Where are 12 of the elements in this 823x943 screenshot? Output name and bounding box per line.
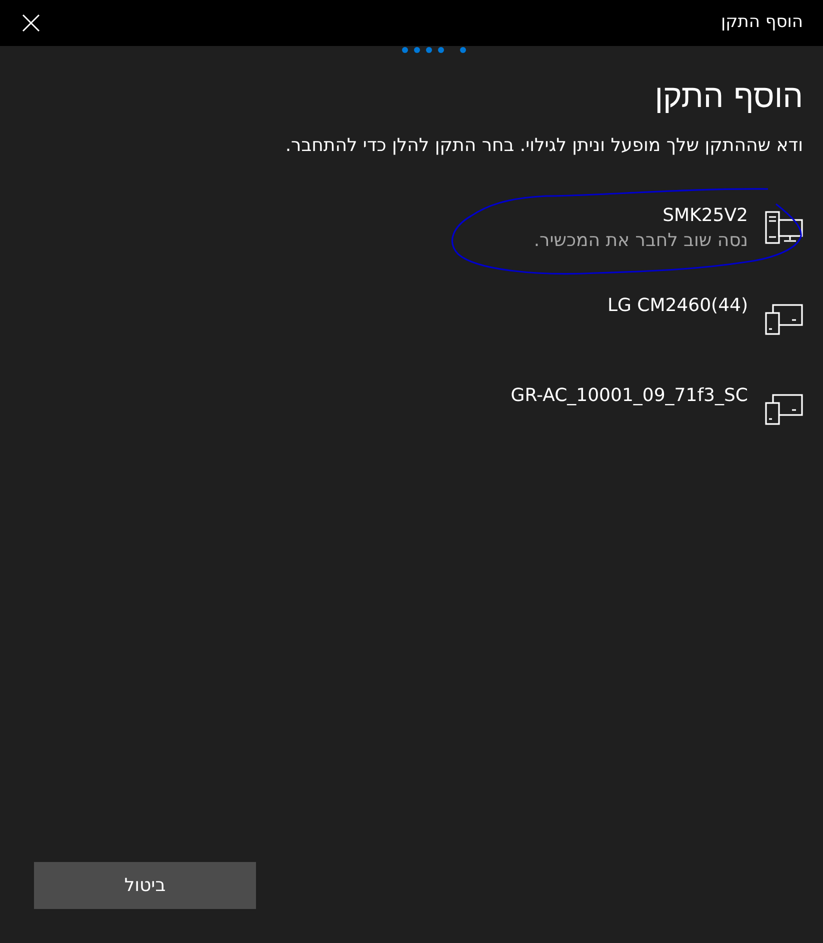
device-name[interactable]: GR-AC_10001_09_71f3_SC (510, 382, 748, 408)
page-heading: הוסף התקן (654, 76, 803, 117)
close-icon (22, 14, 40, 32)
device-name[interactable]: LG CM2460(44) (607, 292, 748, 318)
instructions-text: ודא שההתקן שלך מופעל וניתן לגילוי. בחר התקן להלן כדי להתחבר. (284, 134, 803, 158)
cancel-button[interactable]: ביטול (34, 862, 256, 909)
progress-dots (401, 46, 467, 54)
computer-icon (765, 210, 803, 245)
device-name[interactable]: SMK25V2 (534, 202, 748, 228)
close-button[interactable] (22, 14, 40, 32)
window-title: הוסף התקן (720, 11, 803, 34)
device-status: נסה שוב לחבר את המכשיר. (534, 228, 748, 253)
